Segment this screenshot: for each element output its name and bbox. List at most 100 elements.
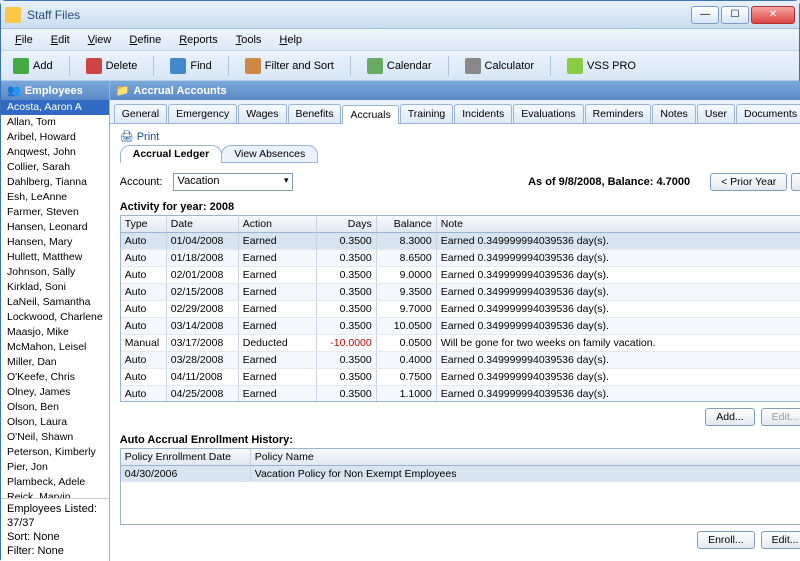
tab-reminders[interactable]: Reminders xyxy=(585,104,652,123)
activity-row[interactable]: Auto03/28/2008Earned0.35000.4000Earned 0… xyxy=(121,352,800,369)
toolbar-vss-pro[interactable]: VSS PRO xyxy=(561,56,642,76)
delete-icon xyxy=(86,58,102,74)
employee-item[interactable]: Farmer, Steven xyxy=(1,205,109,220)
close-button[interactable]: ✕ xyxy=(751,6,795,24)
employee-item[interactable]: Collier, Sarah xyxy=(1,160,109,175)
employee-item[interactable]: Lockwood, Charlene xyxy=(1,310,109,325)
toolbar-delete[interactable]: Delete xyxy=(80,56,144,76)
titlebar: Staff Files — ☐ ✕ xyxy=(1,1,799,29)
column-date[interactable]: Date xyxy=(167,216,239,232)
history-column[interactable]: Policy Enrollment Date xyxy=(121,449,251,465)
activity-row[interactable]: Auto04/25/2008Earned0.35001.1000Earned 0… xyxy=(121,386,800,401)
menu-edit[interactable]: Edit xyxy=(43,32,78,48)
employee-item[interactable]: Johnson, Sally xyxy=(1,265,109,280)
employee-item[interactable]: Esh, LeAnne xyxy=(1,190,109,205)
tab-incidents[interactable]: Incidents xyxy=(454,104,512,123)
employee-item[interactable]: Olson, Laura xyxy=(1,415,109,430)
employee-item[interactable]: Olney, James xyxy=(1,385,109,400)
toolbar-filter-and-sort[interactable]: Filter and Sort xyxy=(239,56,340,76)
menubar: FileEditViewDefineReportsToolsHelp xyxy=(1,29,799,51)
activity-row[interactable]: Auto01/18/2008Earned0.35008.6500Earned 0… xyxy=(121,250,800,267)
history-column[interactable]: Policy Name xyxy=(251,449,800,465)
subtab-view-absences[interactable]: View Absences xyxy=(221,145,318,163)
tab-wages[interactable]: Wages xyxy=(238,104,286,123)
employee-item[interactable]: Dahlberg, Tianna xyxy=(1,175,109,190)
employee-item[interactable]: Olson, Ben xyxy=(1,400,109,415)
subtab-accrual-ledger[interactable]: Accrual Ledger xyxy=(120,145,222,163)
menu-help[interactable]: Help xyxy=(271,32,310,48)
history-body[interactable]: 04/30/2006Vacation Policy for Non Exempt… xyxy=(121,466,800,524)
print-label: Print xyxy=(137,131,160,143)
activity-row[interactable]: Manual03/17/2008Deducted-10.00000.0500Wi… xyxy=(121,335,800,352)
column-type[interactable]: Type xyxy=(121,216,167,232)
activity-title: Activity for year: 2008 xyxy=(120,201,800,213)
menu-tools[interactable]: Tools xyxy=(228,32,270,48)
toolbar-find[interactable]: Find xyxy=(164,56,217,76)
employee-item[interactable]: Anqwest, John xyxy=(1,145,109,160)
activity-row[interactable]: Auto03/14/2008Earned0.350010.0500Earned … xyxy=(121,318,800,335)
employee-item[interactable]: Pier, Jon xyxy=(1,460,109,475)
edit-history-button[interactable]: Edit... xyxy=(761,531,800,549)
menu-reports[interactable]: Reports xyxy=(171,32,226,48)
employee-item[interactable]: Miller, Dan xyxy=(1,355,109,370)
enroll-button[interactable]: Enroll... xyxy=(697,531,755,549)
activity-row[interactable]: Auto02/15/2008Earned0.35009.3500Earned 0… xyxy=(121,284,800,301)
column-days[interactable]: Days xyxy=(317,216,377,232)
tab-documents[interactable]: Documents xyxy=(736,104,800,123)
grid-header: TypeDateActionDaysBalanceNote xyxy=(121,216,800,233)
edit-row-button[interactable]: Edit... xyxy=(761,408,800,426)
toolbar-calculator[interactable]: Calculator xyxy=(459,56,541,76)
maximize-button[interactable]: ☐ xyxy=(721,6,749,24)
activity-row[interactable]: Auto02/29/2008Earned0.35009.7000Earned 0… xyxy=(121,301,800,318)
next-year-button[interactable]: Next Year > xyxy=(791,173,800,191)
toolbar: Add Delete Find Filter and Sort Calendar Calc… xyxy=(1,51,799,81)
employee-item[interactable]: Reick, Marvin xyxy=(1,490,109,498)
employee-list[interactable]: Acosta, Aaron AAllan, TomAribel, HowardA… xyxy=(1,100,109,498)
column-action[interactable]: Action xyxy=(239,216,317,232)
employee-item[interactable]: McMahon, Leisel xyxy=(1,340,109,355)
employee-item[interactable]: Allan, Tom xyxy=(1,115,109,130)
tab-benefits[interactable]: Benefits xyxy=(288,104,342,123)
tab-accruals[interactable]: Accruals xyxy=(342,105,398,124)
employee-item[interactable]: Maasjo, Mike xyxy=(1,325,109,340)
tab-notes[interactable]: Notes xyxy=(652,104,695,123)
history-grid: Policy Enrollment DatePolicy Name 04/30/… xyxy=(120,448,800,525)
menu-view[interactable]: View xyxy=(80,32,120,48)
print-link[interactable]: 🖨 Print xyxy=(120,130,800,143)
tab-training[interactable]: Training xyxy=(400,104,454,123)
activity-row[interactable]: Auto02/01/2008Earned0.35009.0000Earned 0… xyxy=(121,267,800,284)
employee-item[interactable]: O'Keefe, Chris xyxy=(1,370,109,385)
history-row[interactable]: 04/30/2006Vacation Policy for Non Exempt… xyxy=(121,466,800,482)
employee-item[interactable]: Plambeck, Adele xyxy=(1,475,109,490)
employee-item[interactable]: Hansen, Mary xyxy=(1,235,109,250)
toolbar-calendar[interactable]: Calendar xyxy=(361,56,438,76)
tab-general[interactable]: General xyxy=(114,104,167,123)
account-select[interactable]: Vacation xyxy=(173,173,293,191)
column-balance[interactable]: Balance xyxy=(377,216,437,232)
employee-item[interactable]: O'Neil, Shawn xyxy=(1,430,109,445)
menu-define[interactable]: Define xyxy=(121,32,169,48)
employee-item[interactable]: Hullett, Matthew xyxy=(1,250,109,265)
add-row-button[interactable]: Add... xyxy=(705,408,754,426)
prior-year-button[interactable]: < Prior Year xyxy=(710,173,787,191)
tab-evaluations[interactable]: Evaluations xyxy=(513,104,583,123)
grid-body[interactable]: Auto01/04/2008Earned0.35008.3000Earned 0… xyxy=(121,233,800,401)
employee-item[interactable]: Acosta, Aaron A xyxy=(1,100,109,115)
main-tabs: GeneralEmergencyWagesBenefitsAccrualsTra… xyxy=(110,100,800,124)
menu-file[interactable]: File xyxy=(7,32,41,48)
tab-emergency[interactable]: Emergency xyxy=(168,104,237,123)
activity-buttons: Add... Edit... Delete xyxy=(120,402,800,432)
employee-item[interactable]: LaNeil, Samantha xyxy=(1,295,109,310)
column-note[interactable]: Note xyxy=(437,216,800,232)
employee-item[interactable]: Peterson, Kimberly xyxy=(1,445,109,460)
tab-user[interactable]: User xyxy=(697,104,735,123)
activity-row[interactable]: Auto01/04/2008Earned0.35008.3000Earned 0… xyxy=(121,233,800,250)
employee-item[interactable]: Hansen, Leonard xyxy=(1,220,109,235)
employee-item[interactable]: Kirklad, Soni xyxy=(1,280,109,295)
sub-tabs: Accrual LedgerView Absences xyxy=(120,145,800,163)
minimize-button[interactable]: — xyxy=(691,6,719,24)
activity-row[interactable]: Auto04/11/2008Earned0.35000.7500Earned 0… xyxy=(121,369,800,386)
history-header: Policy Enrollment DatePolicy Name xyxy=(121,449,800,466)
employee-item[interactable]: Aribel, Howard xyxy=(1,130,109,145)
toolbar-add[interactable]: Add xyxy=(7,56,59,76)
